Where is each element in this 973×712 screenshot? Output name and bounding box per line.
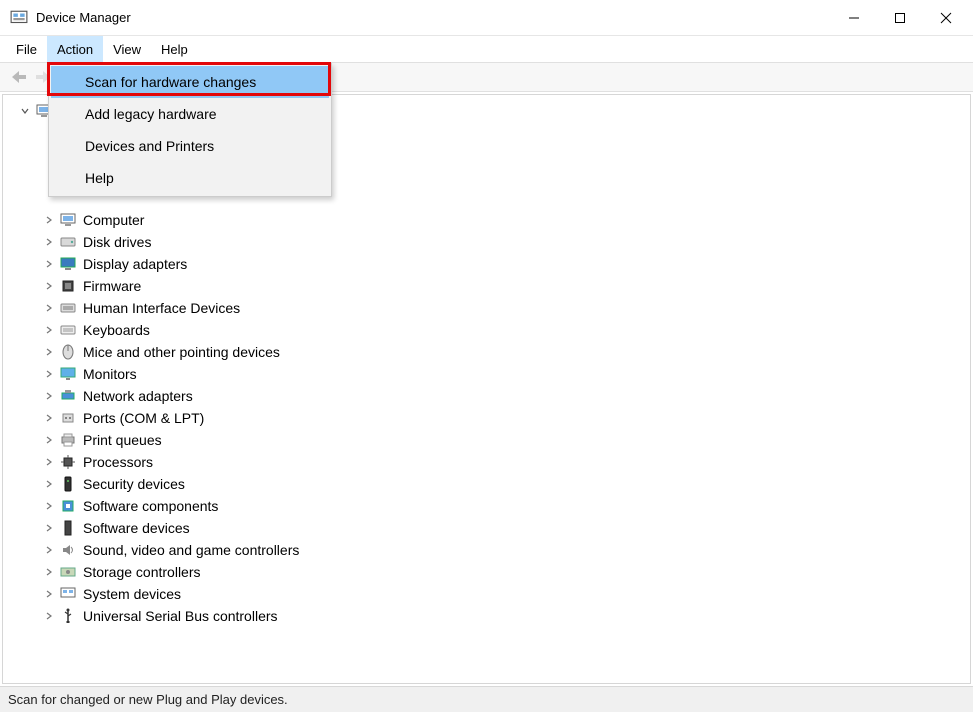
tree-node-label: Network adapters — [83, 388, 193, 404]
tree-node-label: Print queues — [83, 432, 162, 448]
chevron-right-icon[interactable] — [43, 258, 55, 270]
chevron-right-icon[interactable] — [43, 214, 55, 226]
tree-node[interactable]: Network adapters — [7, 385, 970, 407]
tree-node-label: Mice and other pointing devices — [83, 344, 280, 360]
status-text: Scan for changed or new Plug and Play de… — [8, 692, 288, 707]
tree-node-label: Firmware — [83, 278, 141, 294]
chevron-right-icon[interactable] — [43, 346, 55, 358]
menu-help-item[interactable]: Help — [51, 162, 329, 194]
mouse-icon — [59, 343, 77, 361]
chevron-right-icon[interactable] — [43, 610, 55, 622]
chevron-right-icon[interactable] — [43, 456, 55, 468]
network-icon — [59, 387, 77, 405]
chevron-right-icon[interactable] — [43, 280, 55, 292]
tree-node[interactable]: Display adapters — [7, 253, 970, 275]
tree-node-label: Software components — [83, 498, 218, 514]
tree-node[interactable]: System devices — [7, 583, 970, 605]
tree-node-label: Human Interface Devices — [83, 300, 240, 316]
computer-icon — [59, 211, 77, 229]
menu-help[interactable]: Help — [151, 36, 198, 62]
chevron-right-icon[interactable] — [43, 324, 55, 336]
menu-add-legacy-hardware[interactable]: Add legacy hardware — [51, 98, 329, 130]
tree-node-label: Computer — [83, 212, 144, 228]
hid-icon — [59, 299, 77, 317]
monitor-icon — [59, 365, 77, 383]
chevron-right-icon[interactable] — [43, 588, 55, 600]
port-icon — [59, 409, 77, 427]
storage-icon — [59, 563, 77, 581]
chevron-right-icon[interactable] — [43, 544, 55, 556]
tree-node[interactable]: Human Interface Devices — [7, 297, 970, 319]
statusbar: Scan for changed or new Plug and Play de… — [0, 686, 973, 712]
tree-node[interactable]: Security devices — [7, 473, 970, 495]
tree-node[interactable]: Software components — [7, 495, 970, 517]
chevron-right-icon[interactable] — [43, 368, 55, 380]
tree-node[interactable]: Universal Serial Bus controllers — [7, 605, 970, 627]
tree-node[interactable]: Firmware — [7, 275, 970, 297]
software2-icon — [59, 519, 77, 537]
window-controls — [831, 0, 969, 36]
tree-node-label: Software devices — [83, 520, 190, 536]
tree-node-label: Monitors — [83, 366, 137, 382]
menu-action[interactable]: Action — [47, 36, 103, 62]
maximize-button[interactable] — [877, 0, 923, 36]
chevron-right-icon[interactable] — [43, 302, 55, 314]
chevron-right-icon[interactable] — [43, 434, 55, 446]
chevron-right-icon[interactable] — [43, 500, 55, 512]
app-icon — [10, 9, 28, 27]
menu-scan-hardware[interactable]: Scan for hardware changes — [51, 66, 329, 98]
tree-node-label: Display adapters — [83, 256, 187, 272]
tree-node[interactable]: Ports (COM & LPT) — [7, 407, 970, 429]
chevron-right-icon[interactable] — [43, 390, 55, 402]
tree-node-label: Keyboards — [83, 322, 150, 338]
tree-node[interactable]: Disk drives — [7, 231, 970, 253]
tree-node[interactable]: Processors — [7, 451, 970, 473]
chevron-right-icon[interactable] — [43, 522, 55, 534]
tree-node[interactable]: Computer — [7, 209, 970, 231]
software-icon — [59, 497, 77, 515]
tree-node-label: Processors — [83, 454, 153, 470]
tree-node-label: Storage controllers — [83, 564, 201, 580]
cpu-icon — [59, 453, 77, 471]
sound-icon — [59, 541, 77, 559]
tree-node-label: System devices — [83, 586, 181, 602]
tree-node-label: Disk drives — [83, 234, 151, 250]
tree-node[interactable]: Keyboards — [7, 319, 970, 341]
chevron-right-icon[interactable] — [43, 566, 55, 578]
tree-node-label: Universal Serial Bus controllers — [83, 608, 278, 624]
tree-node[interactable]: Mice and other pointing devices — [7, 341, 970, 363]
chevron-right-icon[interactable] — [43, 236, 55, 248]
tree-node[interactable]: Software devices — [7, 517, 970, 539]
system-icon — [59, 585, 77, 603]
firmware-icon — [59, 277, 77, 295]
disk-icon — [59, 233, 77, 251]
chevron-right-icon[interactable] — [43, 478, 55, 490]
close-button[interactable] — [923, 0, 969, 36]
menubar: File Action View Help — [0, 36, 973, 62]
window-title: Device Manager — [36, 10, 831, 25]
chevron-right-icon[interactable] — [43, 412, 55, 424]
tree-node[interactable]: Print queues — [7, 429, 970, 451]
tree-node-label: Security devices — [83, 476, 185, 492]
action-menu-dropdown: Scan for hardware changes Add legacy har… — [48, 63, 332, 197]
menu-devices-printers[interactable]: Devices and Printers — [51, 130, 329, 162]
tree-node-label: Ports (COM & LPT) — [83, 410, 204, 426]
menu-file[interactable]: File — [6, 36, 47, 62]
tree-node-label: Sound, video and game controllers — [83, 542, 299, 558]
tree-node[interactable]: Storage controllers — [7, 561, 970, 583]
display-icon — [59, 255, 77, 273]
toolbar: Scan for hardware changes Add legacy har… — [0, 62, 973, 92]
tree-node[interactable]: Monitors — [7, 363, 970, 385]
usb-icon — [59, 607, 77, 625]
printer-icon — [59, 431, 77, 449]
minimize-button[interactable] — [831, 0, 877, 36]
back-button[interactable] — [8, 66, 30, 88]
chevron-down-icon[interactable] — [19, 105, 31, 117]
menu-view[interactable]: View — [103, 36, 151, 62]
tree-node[interactable]: Sound, video and game controllers — [7, 539, 970, 561]
keyboard-icon — [59, 321, 77, 339]
security-icon — [59, 475, 77, 493]
titlebar: Device Manager — [0, 0, 973, 36]
